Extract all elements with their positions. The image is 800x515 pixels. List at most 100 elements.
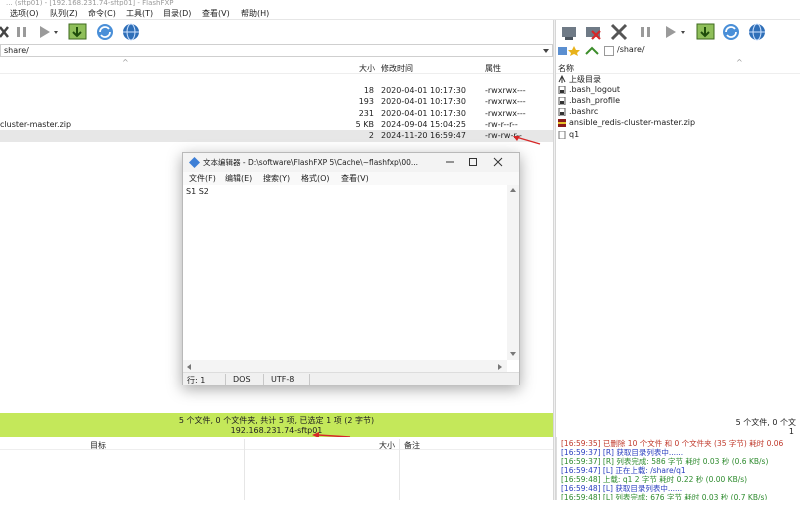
sync-icon[interactable]: [96, 23, 114, 41]
scroll-left-icon[interactable]: [186, 363, 192, 371]
file-modified: 2024-11-20 16:59:47: [381, 131, 466, 140]
menu-view[interactable]: 查看(V): [202, 8, 230, 19]
scroll-right-icon[interactable]: [497, 363, 503, 371]
zip-icon: [558, 119, 566, 127]
pause-icon[interactable]: [16, 26, 28, 38]
file-size: 231: [358, 109, 374, 118]
scroll-down-icon[interactable]: [509, 351, 517, 357]
editor-app-icon: [189, 157, 200, 168]
item-name: .bash_logout: [569, 85, 621, 94]
annotation-arrow: [513, 136, 541, 145]
item-name: q1: [569, 130, 580, 139]
status-separator: [263, 374, 264, 385]
file-attr: -rw-r--r--: [485, 120, 518, 129]
status-line: 行: 1: [187, 376, 206, 385]
left-list-header: ^ 大小 修改时间 属性: [0, 58, 553, 74]
right-toolbar: [556, 20, 800, 44]
list-item[interactable]: q1: [556, 130, 800, 141]
sort-indicator-icon: ^: [122, 58, 129, 67]
file-modified: 2020-04-01 10:17:30: [381, 86, 466, 95]
item-name: .bash_profile: [569, 96, 621, 105]
editor-status-bar: 行: 1 DOS UTF-8: [183, 372, 519, 385]
right-status-indicator: 1: [788, 427, 794, 436]
menu-tools[interactable]: 工具(T): [126, 8, 153, 19]
sync-icon[interactable]: [722, 23, 740, 41]
file-size: 18: [363, 86, 374, 95]
up-folder-icon: [558, 75, 566, 83]
right-path-field[interactable]: /share/: [614, 44, 800, 57]
editor-vertical-scrollbar[interactable]: [507, 185, 519, 360]
col-name[interactable]: 名称: [558, 63, 574, 74]
col-size[interactable]: 大小: [359, 63, 375, 74]
list-item[interactable]: .bash_logout: [556, 85, 800, 96]
file-icon: [558, 108, 566, 116]
file-modified: 2024-09-04 15:04:25: [381, 120, 466, 129]
refresh-local-icon[interactable]: [68, 23, 88, 41]
editor-menu-file[interactable]: 文件(F): [189, 173, 216, 184]
disconnect-icon[interactable]: [0, 25, 10, 39]
editor-menu-search[interactable]: 搜索(Y): [263, 173, 290, 184]
list-item[interactable]: ansible_redis-cluster-master.zip: [556, 118, 800, 129]
pause-icon[interactable]: [640, 26, 652, 38]
editor-menu-bar: 文件(F) 编辑(E) 搜索(Y) 格式(O) 查看(V): [183, 172, 519, 185]
play-icon[interactable]: [38, 25, 60, 39]
chevron-down-icon[interactable]: [542, 47, 550, 55]
file-modified: 2020-04-01 10:17:30: [381, 97, 466, 106]
file-row[interactable]: 193 2020-04-01 10:17:30 -rwxrwx---: [0, 96, 553, 108]
list-item[interactable]: .bashrc: [556, 107, 800, 118]
globe-icon[interactable]: [122, 23, 140, 41]
minimize-icon[interactable]: [445, 157, 455, 167]
menu-directory[interactable]: 目录(D): [163, 8, 191, 19]
file-attr: -rwxrwx---: [485, 109, 526, 118]
status-separator: [309, 374, 310, 385]
left-path-field[interactable]: share/: [0, 44, 553, 57]
folder-icon: [604, 46, 614, 56]
file-icon: [558, 86, 566, 94]
editor-menu-format[interactable]: 格式(O): [301, 173, 330, 184]
file-size: 193: [358, 97, 374, 106]
editor-menu-view[interactable]: 查看(V): [341, 173, 369, 184]
close-icon[interactable]: [493, 157, 503, 167]
list-item-parent[interactable]: 上级目录: [556, 74, 800, 85]
file-attr: -rwxrwx---: [485, 97, 526, 106]
file-size: 2: [368, 131, 374, 140]
item-name: ansible_redis-cluster-master.zip: [569, 118, 696, 127]
remote-nav-icons[interactable]: [558, 45, 604, 57]
editor-title-bar[interactable]: 文本编辑器 - D:\software\FlashFXP 5\Cache\~fl…: [183, 153, 519, 172]
editor-text-area[interactable]: S1 S2: [184, 185, 505, 515]
connect-icon[interactable]: [560, 23, 578, 41]
file-icon: [558, 131, 566, 139]
log-panel: [16:59:35] 已删除 10 个文件 和 0 个文件夹 (35 字节) 耗…: [556, 437, 800, 500]
file-name: cluster-master.zip: [0, 120, 72, 129]
file-icon: [558, 97, 566, 105]
editor-menu-edit[interactable]: 编辑(E): [225, 173, 252, 184]
right-status-bar: 5 个文件, 0 个文 1: [556, 413, 800, 437]
text-editor-window[interactable]: 文本编辑器 - D:\software\FlashFXP 5\Cache\~fl…: [182, 152, 520, 385]
list-item[interactable]: .bash_profile: [556, 96, 800, 107]
right-list-header: 名称 ^: [556, 58, 800, 74]
editor-horizontal-scrollbar[interactable]: [183, 360, 507, 372]
col-modified[interactable]: 修改时间: [381, 63, 413, 74]
menu-commands[interactable]: 命令(C): [88, 8, 116, 19]
item-name: 上级目录: [569, 75, 601, 84]
menu-help[interactable]: 帮助(H): [241, 8, 269, 19]
file-attr: -rwxrwx---: [485, 86, 526, 95]
menu-options[interactable]: 选项(O): [10, 8, 39, 19]
refresh-remote-icon[interactable]: [696, 23, 716, 41]
status-separator: [225, 374, 226, 385]
globe-icon[interactable]: [748, 23, 766, 41]
scroll-up-icon[interactable]: [509, 187, 517, 193]
abort-icon[interactable]: [610, 23, 628, 41]
menu-queue[interactable]: 队列(Z): [50, 8, 78, 19]
status-encoding: UTF-8: [271, 375, 295, 384]
maximize-icon[interactable]: [468, 157, 478, 167]
col-attr[interactable]: 属性: [485, 63, 501, 74]
right-status-text: 5 个文件, 0 个文: [735, 418, 796, 427]
file-row-selected[interactable]: 2 2024-11-20 16:59:47 -rw-rw-r--: [0, 130, 553, 142]
quick-connect-icon[interactable]: [584, 23, 602, 41]
col-target[interactable]: 目标: [90, 440, 106, 451]
editor-title: 文本编辑器 - D:\software\FlashFXP 5\Cache\~fl…: [203, 158, 419, 167]
file-size: 5 KB: [355, 120, 374, 129]
item-name: .bashrc: [569, 107, 599, 116]
play-icon[interactable]: [664, 25, 688, 39]
